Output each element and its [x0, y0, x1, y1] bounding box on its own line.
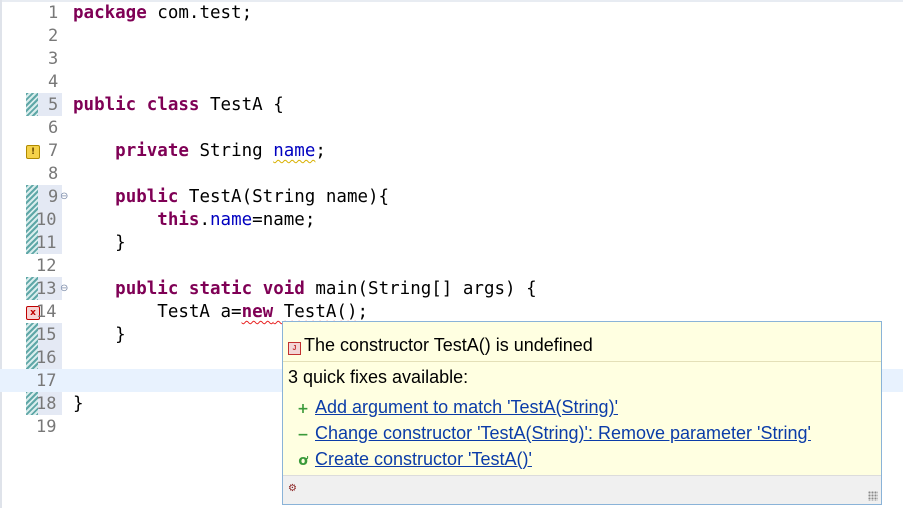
quick-fix-item[interactable]: − Change constructor 'TestA(String)': Rem… [297, 423, 811, 444]
quick-fix-link-add-argument[interactable]: Add argument to match 'TestA(String)' [315, 397, 618, 417]
code-line[interactable]: public class TestA { [73, 94, 284, 117]
resize-grip-icon[interactable] [868, 491, 878, 501]
problem-description: J The constructor TestA() is undefined [288, 335, 593, 356]
minus-icon: − [297, 427, 309, 443]
error-icon: J [288, 342, 301, 355]
line-number: 10 [36, 210, 57, 230]
popup-footer: ⚙ [283, 475, 881, 504]
line-number: 5 [48, 95, 59, 115]
line-number: 1 [48, 3, 59, 23]
editor-left-border [0, 0, 2, 508]
line-number: 11 [36, 233, 57, 253]
code-line[interactable]: } [73, 324, 126, 347]
warning-lightbulb-icon[interactable]: ! [26, 145, 40, 159]
line-number: 15 [36, 325, 57, 345]
popup-divider [283, 361, 881, 362]
line-number: 7 [48, 141, 59, 161]
preferences-icon[interactable]: ⚙ [288, 482, 302, 496]
code-line[interactable]: private String name; [73, 140, 326, 163]
line-number: 17 [36, 371, 57, 391]
line-number: 6 [48, 118, 59, 138]
code-line[interactable]: public TestA(String name){ [73, 186, 389, 209]
line-number: 18 [36, 394, 57, 414]
line-number: 19 [36, 417, 57, 437]
quick-fix-popup[interactable]: J The constructor TestA() is undefined 3 … [282, 321, 882, 505]
quick-fix-item[interactable]: + Add argument to match 'TestA(String)' [297, 397, 618, 418]
line-number: 9 [48, 187, 59, 207]
create-constructor-icon: ơ [298, 453, 308, 469]
code-line[interactable]: } [73, 393, 84, 416]
line-number: 16 [36, 348, 57, 368]
code-line[interactable]: package com.test; [73, 2, 252, 25]
code-line[interactable]: this.name=name; [73, 209, 315, 232]
quick-fix-link-create-constructor[interactable]: Create constructor 'TestA()' [315, 449, 532, 469]
quick-fix-item[interactable]: ơ Create constructor 'TestA()' [297, 449, 532, 470]
line-number: 12 [36, 256, 57, 276]
code-line[interactable]: public static void main(String[] args) { [73, 278, 536, 301]
plus-icon: + [297, 401, 309, 417]
code-line[interactable]: } [73, 232, 126, 255]
line-number: 8 [48, 164, 59, 184]
line-number: 3 [48, 49, 59, 69]
line-number: 4 [48, 72, 59, 92]
problem-title: The constructor TestA() is undefined [304, 335, 593, 355]
line-number: 13 [36, 279, 57, 299]
line-number: 2 [48, 26, 59, 46]
quick-fix-link-change-constructor[interactable]: Change constructor 'TestA(String)': Remo… [315, 423, 811, 443]
line-number: 14 [36, 302, 57, 322]
quick-fix-count: 3 quick fixes available: [288, 367, 469, 387]
